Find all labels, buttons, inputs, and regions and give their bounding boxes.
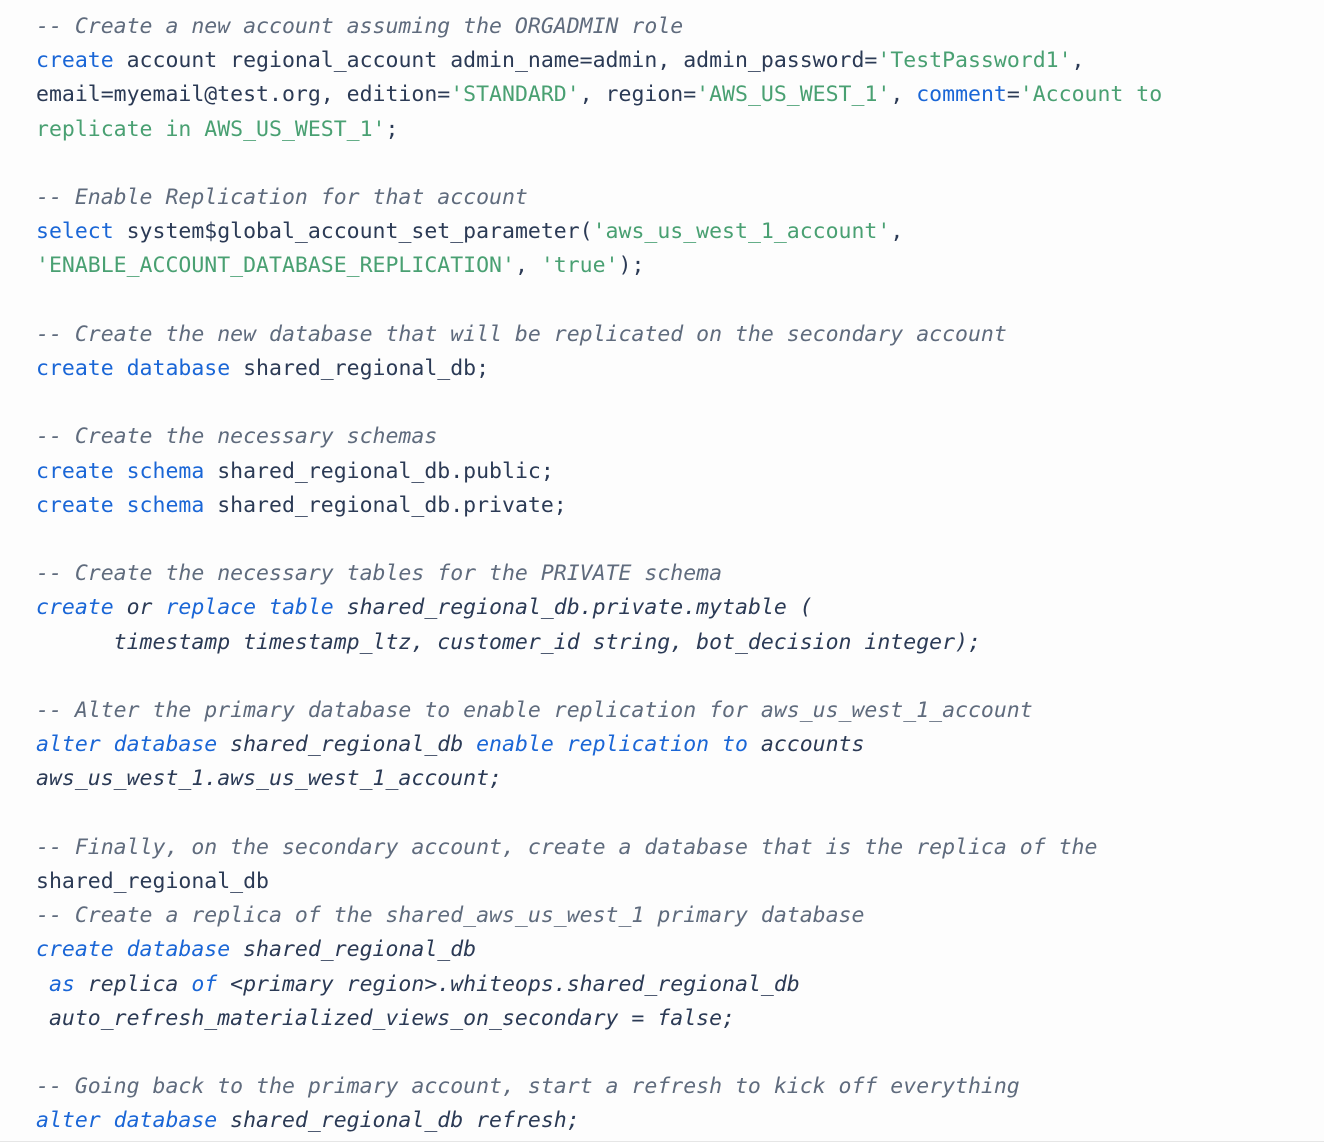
code-comment: -- Finally, on the secondary account, cr… xyxy=(36,834,1098,860)
code-token-string: 'STANDARD' xyxy=(450,82,580,108)
code-token-plain: timestamp timestamp_ltz, customer_id str… xyxy=(113,629,981,655)
code-line: shared_regional_db xyxy=(36,865,1308,899)
code-token-plain: replica xyxy=(74,971,192,997)
code-token-plain: <primary region>.whiteops.shared_regiona… xyxy=(217,971,800,997)
code-token-keyword: alter database xyxy=(36,1108,218,1134)
code-token-string: 'TestPassword1' xyxy=(877,48,1072,74)
code-line: replicate in AWS_US_WEST_1'; xyxy=(36,113,1308,147)
code-token-string: 'AWS_US_WEST_1' xyxy=(696,82,891,108)
code-token-keyword: alter database xyxy=(36,732,218,758)
code-token-keyword: create schema xyxy=(36,458,205,484)
code-token-plain: or xyxy=(113,595,166,621)
code-token-keyword: select xyxy=(36,219,114,245)
code-comment: -- Create the necessary schemas xyxy=(36,424,438,450)
code-token-string: 'true' xyxy=(540,253,619,279)
code-token-plain: shared_regional_db xyxy=(217,1108,477,1134)
code-token-plain: refresh; xyxy=(476,1108,580,1134)
code-token-keyword: replace table xyxy=(165,595,334,621)
code-line: select system$global_account_set_paramet… xyxy=(36,215,1308,249)
code-token-keyword: enable replication to xyxy=(476,732,748,758)
code-token-plain: = xyxy=(1006,82,1020,108)
code-token-string: 'aws_us_west_1_account' xyxy=(592,219,891,245)
code-line: -- Create the necessary tables for the P… xyxy=(36,557,1308,591)
code-line: -- Create a new account assuming the ORG… xyxy=(36,10,1308,44)
code-line: -- Going back to the primary account, st… xyxy=(36,1070,1308,1104)
code-line: create schema shared_regional_db.private… xyxy=(36,489,1308,523)
code-token-plain: shared_regional_db.private; xyxy=(204,492,567,518)
code-comment: -- Going back to the primary account, st… xyxy=(36,1074,1020,1100)
code-token-keyword: create xyxy=(36,595,114,621)
code-token-plain: shared_regional_db xyxy=(217,732,477,758)
code-line: 'ENABLE_ACCOUNT_DATABASE_REPLICATION', '… xyxy=(36,249,1308,283)
code-token-string: 'Account to xyxy=(1019,82,1163,108)
code-token-string: replicate in AWS_US_WEST_1' xyxy=(36,116,386,142)
code-line: create account regional_account admin_na… xyxy=(36,44,1308,78)
code-token-plain: auto_refresh_materialized_views_on_secon… xyxy=(48,1005,735,1031)
code-comment: -- Enable Replication for that account xyxy=(36,185,528,210)
code-line: -- Alter the primary database to enable … xyxy=(36,694,1308,728)
code-line: create database shared_regional_db xyxy=(36,933,1308,967)
code-token-plain: email=myemail@test.org, edition= xyxy=(36,82,451,108)
code-token-plain: shared_regional_db; xyxy=(230,356,490,381)
code-line: create schema shared_regional_db.public; xyxy=(36,455,1308,489)
code-token-punct: ); xyxy=(618,253,645,279)
code-token-punct: ; xyxy=(385,116,399,142)
code-token-keyword: create schema xyxy=(36,492,205,518)
code-line: -- Finally, on the secondary account, cr… xyxy=(36,831,1308,865)
code-comment: -- Create a new account assuming the ORG… xyxy=(36,14,684,39)
code-token-plain: shared_regional_db.public; xyxy=(204,458,554,484)
code-token-punct: , xyxy=(1071,48,1085,74)
code-line: -- Create a replica of the shared_aws_us… xyxy=(36,899,1308,933)
code-token-plain: accounts xyxy=(747,732,865,758)
code-token-plain: , xyxy=(514,253,541,279)
code-token-plain: aws_us_west_1.aws_us_west_1_account; xyxy=(36,766,502,792)
code-token-plain: shared_regional_db xyxy=(36,868,269,894)
code-comment: -- Create the new database that will be … xyxy=(36,321,1007,347)
code-token-plain: , region= xyxy=(579,82,697,108)
code-token-keyword: create database xyxy=(36,356,231,381)
code-line: -- Create the necessary schemas xyxy=(36,420,1308,454)
code-line: alter database shared_regional_db enable… xyxy=(36,728,1308,762)
code-line: alter database shared_regional_db refres… xyxy=(36,1104,1308,1138)
code-token-plain: account regional_account admin_name=admi… xyxy=(113,48,878,74)
code-token-keyword: of xyxy=(191,971,218,997)
code-line: aws_us_west_1.aws_us_west_1_account; xyxy=(36,762,1308,796)
code-comment: -- Create the necessary tables for the P… xyxy=(36,561,723,587)
code-line: create or replace table shared_regional_… xyxy=(36,591,1308,625)
code-token-keyword: create database xyxy=(36,937,231,963)
code-token-plain: shared_regional_db.private.mytable ( xyxy=(333,595,813,621)
code-token-string: 'ENABLE_ACCOUNT_DATABASE_REPLICATION' xyxy=(36,253,515,279)
code-token-keyword: comment xyxy=(916,82,1007,108)
code-line: -- Enable Replication for that account xyxy=(36,181,1308,215)
code-token-plain: shared_regional_db xyxy=(230,937,477,963)
code-token-plain: , xyxy=(890,82,917,108)
code-token-keyword: create xyxy=(36,48,114,74)
code-line: as replica of <primary region>.whiteops.… xyxy=(36,968,1308,1002)
code-comment: -- Create a replica of the shared_aws_us… xyxy=(36,903,865,929)
code-line: create database shared_regional_db; xyxy=(36,352,1308,386)
code-line: auto_refresh_materialized_views_on_secon… xyxy=(36,1002,1308,1036)
code-token-keyword: as xyxy=(48,971,75,997)
code-line: email=myemail@test.org, edition='STANDAR… xyxy=(36,78,1308,112)
code-token-punct: , xyxy=(890,219,904,245)
code-line: -- Create the new database that will be … xyxy=(36,318,1308,352)
code-token-plain: system$global_account_set_parameter( xyxy=(113,219,593,245)
code-comment: -- Alter the primary database to enable … xyxy=(36,697,1033,723)
code-line: timestamp timestamp_ltz, customer_id str… xyxy=(36,626,1308,660)
sql-code-block: -- Create a new account assuming the ORG… xyxy=(0,0,1324,1142)
